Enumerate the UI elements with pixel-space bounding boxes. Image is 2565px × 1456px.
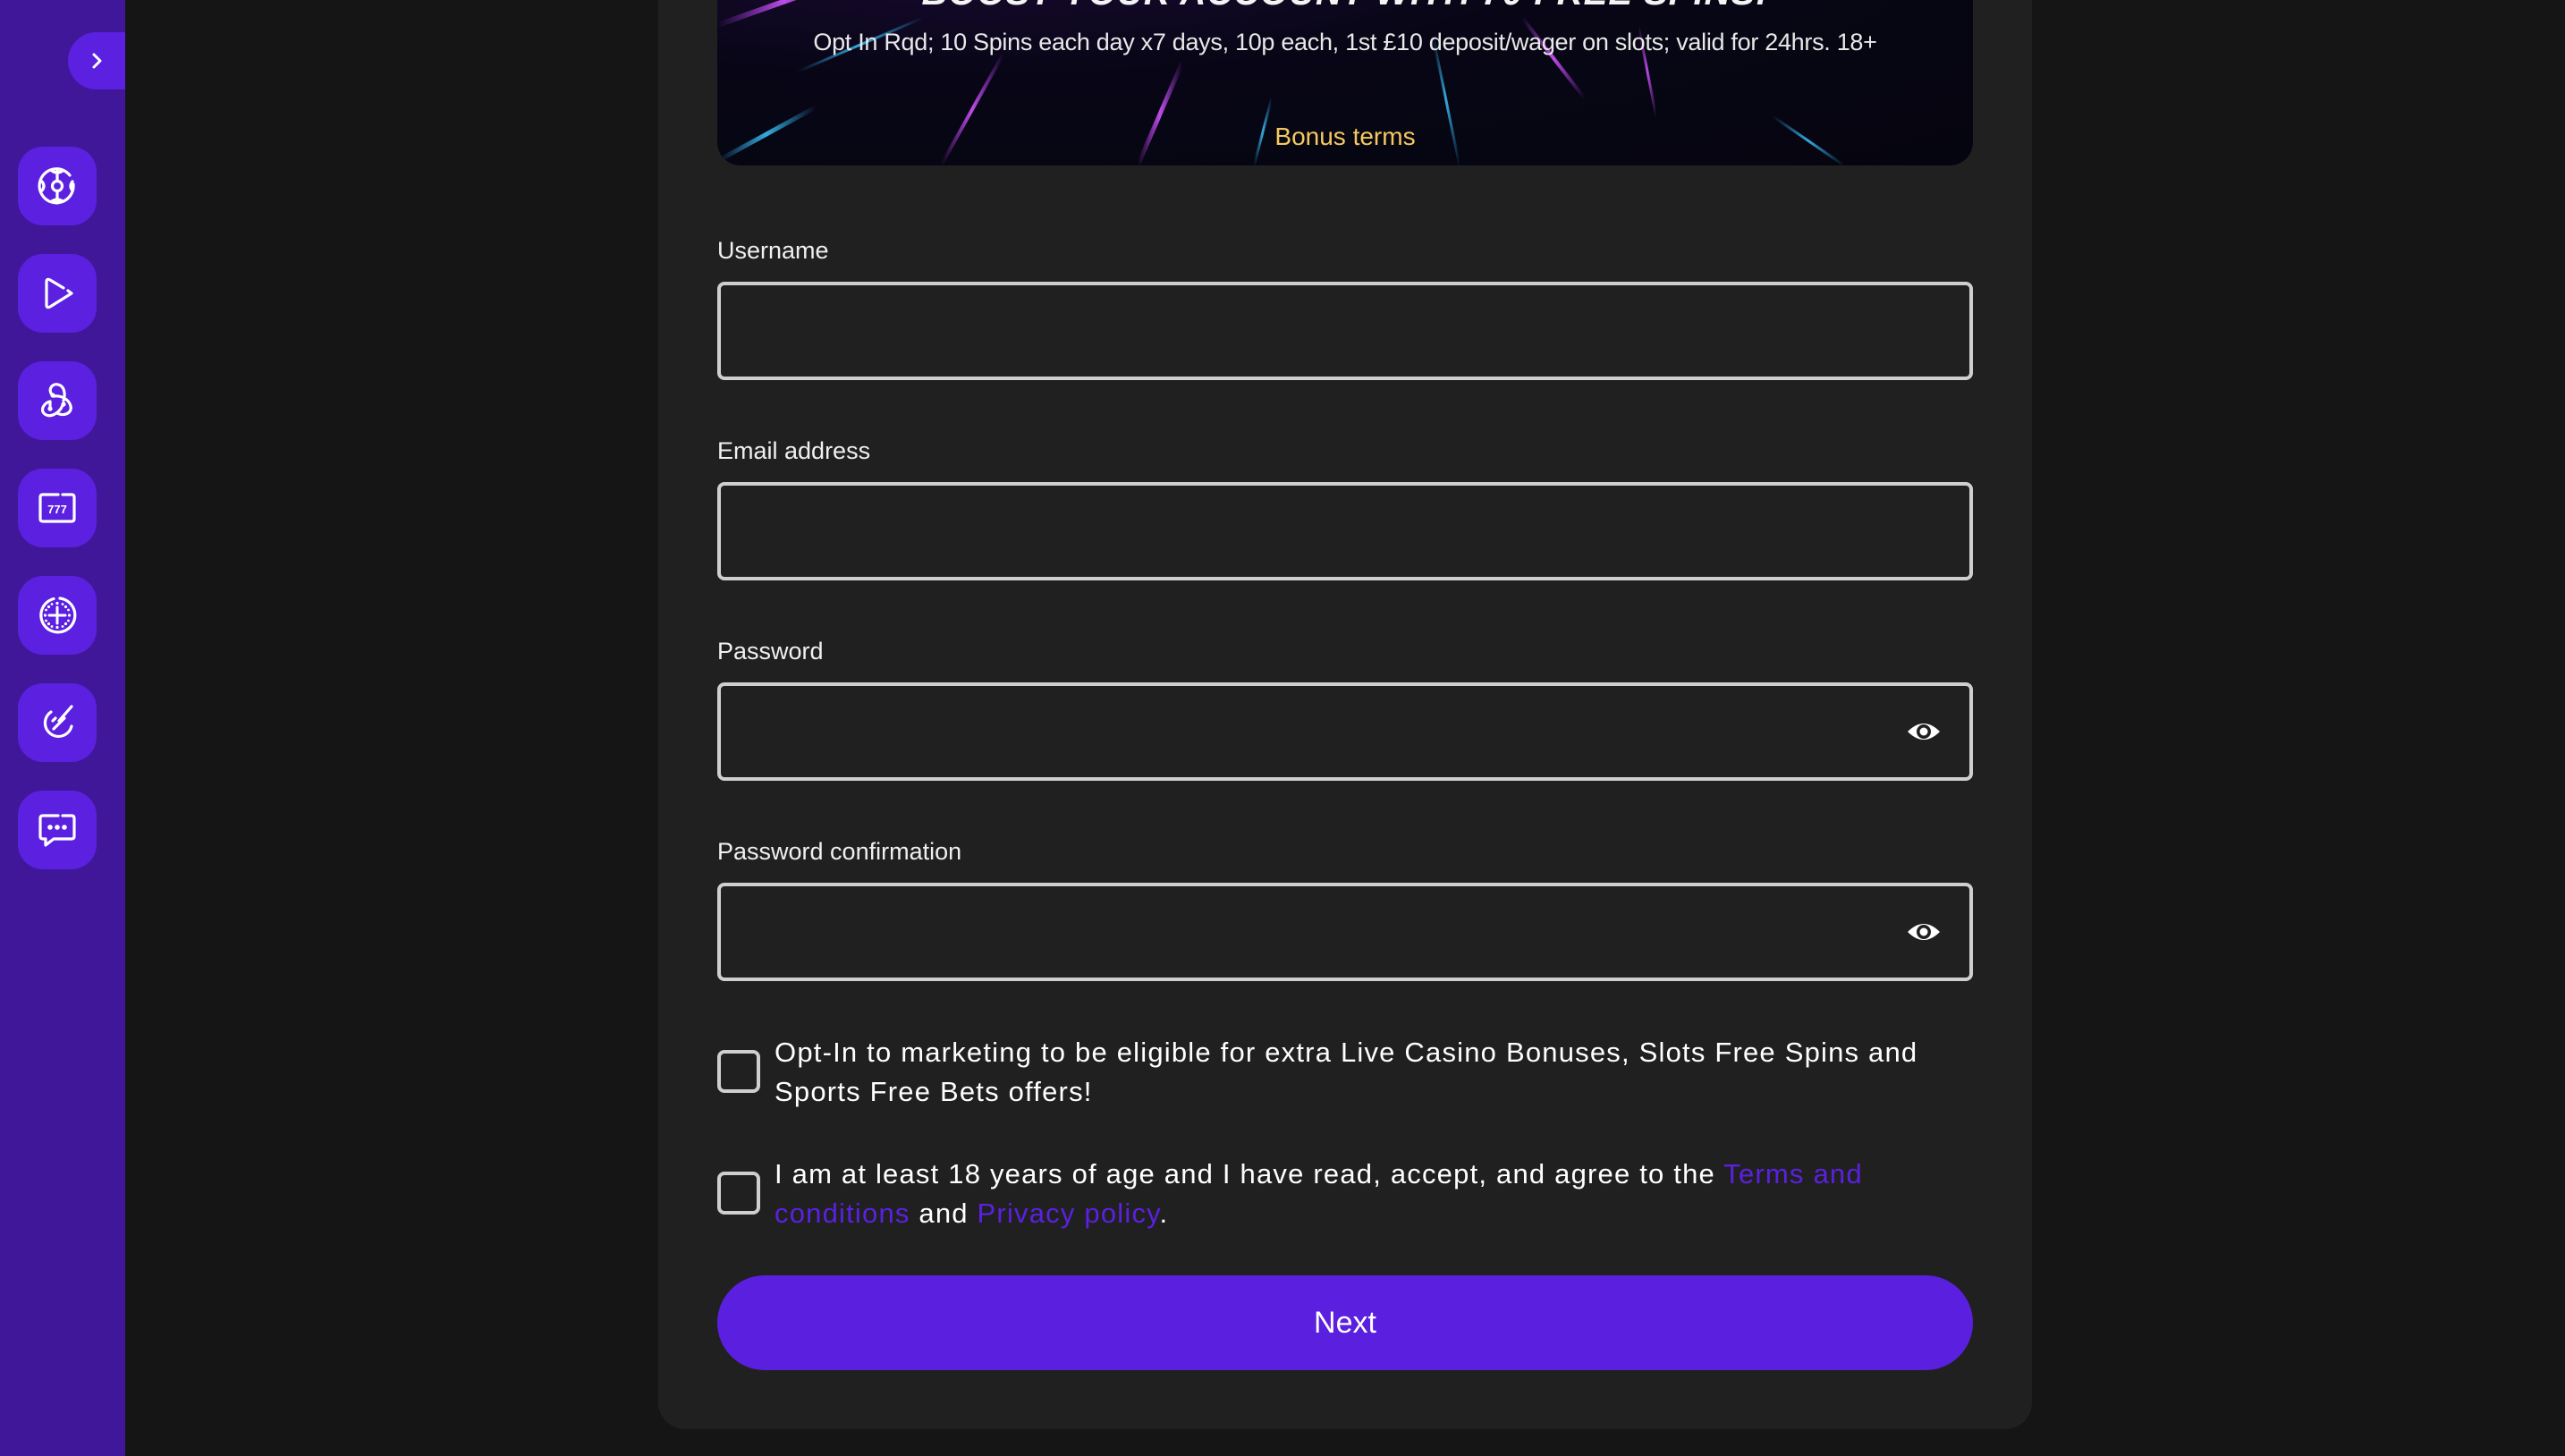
chevron-right-icon (92, 53, 102, 69)
roulette-icon (39, 597, 77, 634)
email-input[interactable] (717, 482, 1973, 580)
sidebar-expand-button[interactable] (68, 32, 125, 89)
sidebar-item-live-casino[interactable] (18, 361, 97, 440)
chat-support-icon (38, 814, 76, 847)
svg-text:777: 777 (47, 503, 67, 516)
password-visibility-toggle[interactable] (1903, 716, 1944, 747)
marketing-optin-label: Opt-In to marketing to be eligible for e… (775, 1037, 1918, 1107)
slots-777-icon: 777 (38, 493, 76, 523)
bonus-terms-link[interactable]: Bonus terms (717, 122, 1973, 152)
live-casino-knot-icon (40, 383, 72, 418)
sidebar: 777 (0, 0, 125, 1456)
banner-title: Boost your account with 70 free spins! (717, 0, 1973, 11)
password-confirmation-label: Password confirmation (717, 838, 962, 865)
password-confirmation-input[interactable] (717, 883, 1973, 981)
age-terms-period: . (1159, 1198, 1169, 1229)
sidebar-item-sports[interactable] (18, 147, 97, 225)
marketing-optin-checkbox[interactable] (717, 1050, 760, 1093)
password-label: Password (717, 638, 824, 665)
username-input[interactable] (717, 282, 1973, 380)
crash-meteor-icon (43, 705, 73, 738)
play-icon (45, 277, 73, 309)
username-label: Username (717, 237, 829, 264)
eye-icon (1908, 924, 1940, 940)
sidebar-item-play[interactable] (18, 254, 97, 333)
password-input[interactable] (717, 682, 1973, 781)
sidebar-item-slots[interactable]: 777 (18, 469, 97, 547)
banner-terms-summary: Opt In Rqd; 10 Spins each day x7 days, 1… (813, 29, 1877, 55)
eye-icon (1908, 724, 1940, 740)
sidebar-item-roulette[interactable] (18, 576, 97, 655)
age-terms-checkbox[interactable] (717, 1172, 760, 1215)
next-button[interactable]: Next (717, 1275, 1973, 1370)
age-terms-label: I am at least 18 years of age and I have… (775, 1155, 1973, 1233)
sports-ball-icon (38, 167, 75, 205)
password-confirmation-visibility-toggle[interactable] (1903, 917, 1944, 947)
age-terms-text: I am at least 18 years of age and I have… (775, 1158, 1724, 1189)
sidebar-item-chat[interactable] (18, 791, 97, 869)
email-label: Email address (717, 437, 871, 464)
privacy-policy-link[interactable]: Privacy policy (978, 1198, 1160, 1229)
age-terms-and: and (910, 1198, 978, 1229)
promo-banner: Boost your account with 70 free spins! O… (717, 0, 1973, 165)
sidebar-item-crash[interactable] (18, 683, 97, 762)
